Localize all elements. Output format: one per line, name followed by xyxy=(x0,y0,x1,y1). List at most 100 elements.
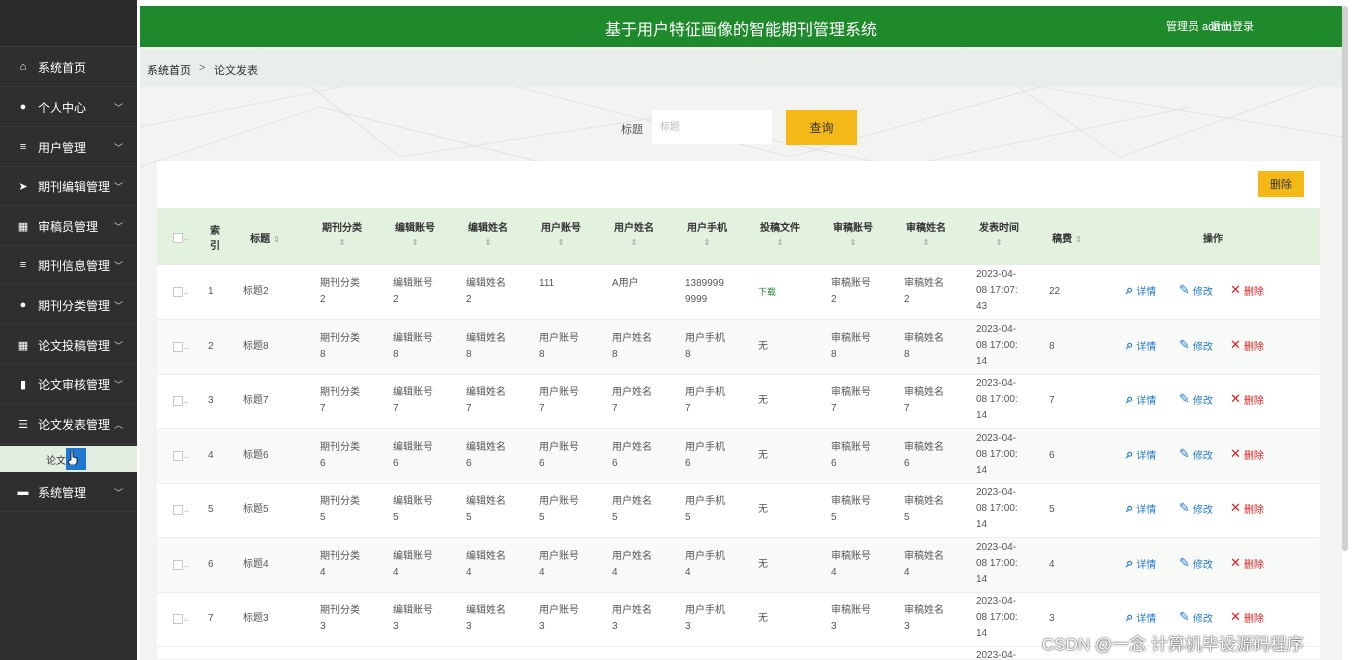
detail-button[interactable]: ⌕ 详情 xyxy=(1126,391,1156,407)
row-checkbox[interactable] xyxy=(173,505,183,515)
cell-editor-acc: 编辑账号 4 xyxy=(393,551,433,578)
edit-button[interactable]: ✎ 修改 xyxy=(1179,446,1213,462)
cell-category: 期刊分类 8 xyxy=(320,333,360,360)
edit-button[interactable]: ✎ 修改 xyxy=(1179,609,1213,625)
close-icon: ✕ xyxy=(1230,555,1241,570)
vertical-scrollbar[interactable] xyxy=(1342,6,1348,551)
th-user-account[interactable]: 用户账号 ⇕ xyxy=(536,219,586,247)
row-checkbox[interactable] xyxy=(173,614,183,624)
sort-icon: ⇕ xyxy=(338,238,346,247)
cell-user-acc: 用户账号 5 xyxy=(539,496,579,523)
th-reviewer-name[interactable]: 审稿姓名 ⇕ xyxy=(901,219,951,247)
checkbox-dots: .. xyxy=(184,450,190,460)
sidebar-item-9[interactable]: ☰ 论文发表管理 ︿ xyxy=(0,405,137,444)
detail-button[interactable]: ⌕ 详情 xyxy=(1126,282,1156,298)
sidebar-item-3[interactable]: ➤ 期刊编辑管理 ﹀ xyxy=(0,167,137,206)
th-file[interactable]: 投稿文件 ⇕ xyxy=(755,219,805,247)
search-button[interactable]: 查询 xyxy=(786,110,857,145)
edit-button-label: 修改 xyxy=(1192,286,1213,298)
download-link[interactable]: 下载 xyxy=(758,284,776,300)
cell-publish-time: 2023-04- xyxy=(976,650,1017,660)
sidebar-item-6[interactable]: ● 期刊分类管理 ﹀ xyxy=(0,286,137,325)
detail-button[interactable]: ⌕ 详情 xyxy=(1126,555,1156,571)
th-fee[interactable]: 稿费 ⇕ xyxy=(1047,230,1087,245)
detail-button-label: 详情 xyxy=(1136,613,1157,625)
row-delete-button[interactable]: ✕ 删除 xyxy=(1230,500,1264,516)
cell-reviewer-name: 审稿姓名 3 xyxy=(904,605,944,632)
sidebar-item-8[interactable]: ▮ 论文审核管理 ﹀ xyxy=(0,365,137,404)
cell-title: 标题3 xyxy=(243,613,269,624)
sidebar-item-5[interactable]: ≡ 期刊信息管理 ﹀ xyxy=(0,246,137,285)
row-checkbox[interactable] xyxy=(173,342,183,352)
row-checkbox[interactable] xyxy=(173,396,183,406)
edit-button[interactable]: ✎ 修改 xyxy=(1179,337,1213,353)
row-delete-button-label: 删除 xyxy=(1243,341,1264,353)
detail-button[interactable]: ⌕ 详情 xyxy=(1126,446,1156,462)
cell-title: 标题6 xyxy=(243,450,269,461)
sidebar-item-2[interactable]: ≡ 用户管理 ﹀ xyxy=(0,128,137,167)
close-icon: ✕ xyxy=(1230,282,1241,297)
cell-fee: 22 xyxy=(1049,286,1061,297)
table-row: .. 3 标题7 期刊分类 7 编辑账号 7 编辑姓名 7 用户账号 7 用户姓名 7 用户手机 7 审稿账号… xyxy=(157,374,1320,429)
cell-index: 7 xyxy=(208,613,214,624)
detail-button[interactable]: ⌕ 详情 xyxy=(1126,337,1156,353)
logout-link[interactable]: 退出登录 xyxy=(1210,18,1254,34)
edit-button[interactable]: ✎ 修改 xyxy=(1179,555,1213,571)
row-delete-button[interactable]: ✕ 删除 xyxy=(1230,337,1264,353)
row-delete-button[interactable]: ✕ 删除 xyxy=(1230,609,1264,625)
detail-button[interactable]: ⌕ 详情 xyxy=(1126,500,1156,516)
th-reviewer-account[interactable]: 审稿账号 ⇕ xyxy=(828,219,878,247)
cell-index: 4 xyxy=(208,450,214,461)
row-checkbox[interactable] xyxy=(173,451,183,461)
cell-reviewer-acc: 审稿账号 5 xyxy=(831,496,871,523)
edit-button[interactable]: ✎ 修改 xyxy=(1179,391,1213,407)
th-operations: 操作 xyxy=(1203,234,1223,245)
sidebar-item-4[interactable]: ▦ 审稿员管理 ﹀ xyxy=(0,207,137,246)
row-delete-button[interactable]: ✕ 删除 xyxy=(1230,282,1264,298)
cell-reviewer-acc: 审稿账号 2 xyxy=(831,278,871,305)
bulk-delete-button[interactable]: 删除 xyxy=(1258,171,1304,197)
edit-button-label: 修改 xyxy=(1192,450,1213,462)
cell-user-name: 用户姓名 4 xyxy=(612,551,652,578)
detail-button-label: 详情 xyxy=(1136,450,1157,462)
row-checkbox[interactable] xyxy=(173,560,183,570)
select-all-checkbox[interactable] xyxy=(173,233,183,243)
th-user-name[interactable]: 用户姓名 ⇕ xyxy=(609,219,659,247)
close-icon: ✕ xyxy=(1230,337,1241,352)
cell-user-name: 用户姓名 5 xyxy=(612,496,652,523)
search-title-input[interactable] xyxy=(652,110,772,144)
row-delete-button-label: 删除 xyxy=(1243,613,1264,625)
th-title[interactable]: 标题 ⇕ xyxy=(245,230,285,245)
cell-fee: 4 xyxy=(1049,559,1055,570)
th-publish-time[interactable]: 发表时间 ⇕ xyxy=(974,219,1024,247)
search-icon: ⌕ xyxy=(1126,555,1134,570)
sort-icon: ⇕ xyxy=(630,238,638,247)
cell-publish-time: 2023-04- 08 17:00: 14 xyxy=(976,542,1018,585)
th-user-phone[interactable]: 用户手机 ⇕ xyxy=(682,219,732,247)
grid-icon: ▦ xyxy=(17,220,29,233)
breadcrumb: 系统首页 > 论文发表 xyxy=(140,49,1342,87)
edit-button[interactable]: ✎ 修改 xyxy=(1179,500,1213,516)
cell-editor-name: 编辑姓名 2 xyxy=(466,278,506,305)
th-editor-account[interactable]: 编辑账号 ⇕ xyxy=(390,219,440,247)
edit-button[interactable]: ✎ 修改 xyxy=(1179,282,1213,298)
sidebar-item-7[interactable]: ▦ 论文投稿管理 ﹀ xyxy=(0,326,137,365)
row-delete-button[interactable]: ✕ 删除 xyxy=(1230,391,1264,407)
sort-icon: ⇕ xyxy=(411,238,419,247)
sidebar-subitem-paper-publish[interactable]: 论文发表 xyxy=(0,446,137,472)
sidebar-item-1[interactable]: ● 个人中心 ﹀ xyxy=(0,88,137,127)
sidebar-item-10[interactable]: ▬ 系统管理 ﹀ xyxy=(0,473,137,512)
cell-category: 期刊分类 3 xyxy=(320,605,360,632)
edit-button-label: 修改 xyxy=(1192,504,1213,516)
detail-button-label: 详情 xyxy=(1136,559,1157,571)
th-editor-name[interactable]: 编辑姓名 ⇕ xyxy=(463,219,513,247)
row-checkbox[interactable] xyxy=(173,287,183,297)
cell-publish-time: 2023-04- 08 17:00: 14 xyxy=(976,596,1018,639)
close-icon: ✕ xyxy=(1230,500,1241,515)
row-delete-button[interactable]: ✕ 删除 xyxy=(1230,555,1264,571)
th-category[interactable]: 期刊分类 ⇕ xyxy=(317,219,367,247)
sidebar-item-0[interactable]: ⌂ 系统首页 xyxy=(0,48,137,87)
detail-button[interactable]: ⌕ 详情 xyxy=(1126,609,1156,625)
row-delete-button[interactable]: ✕ 删除 xyxy=(1230,446,1264,462)
breadcrumb-home[interactable]: 系统首页 xyxy=(147,62,191,78)
